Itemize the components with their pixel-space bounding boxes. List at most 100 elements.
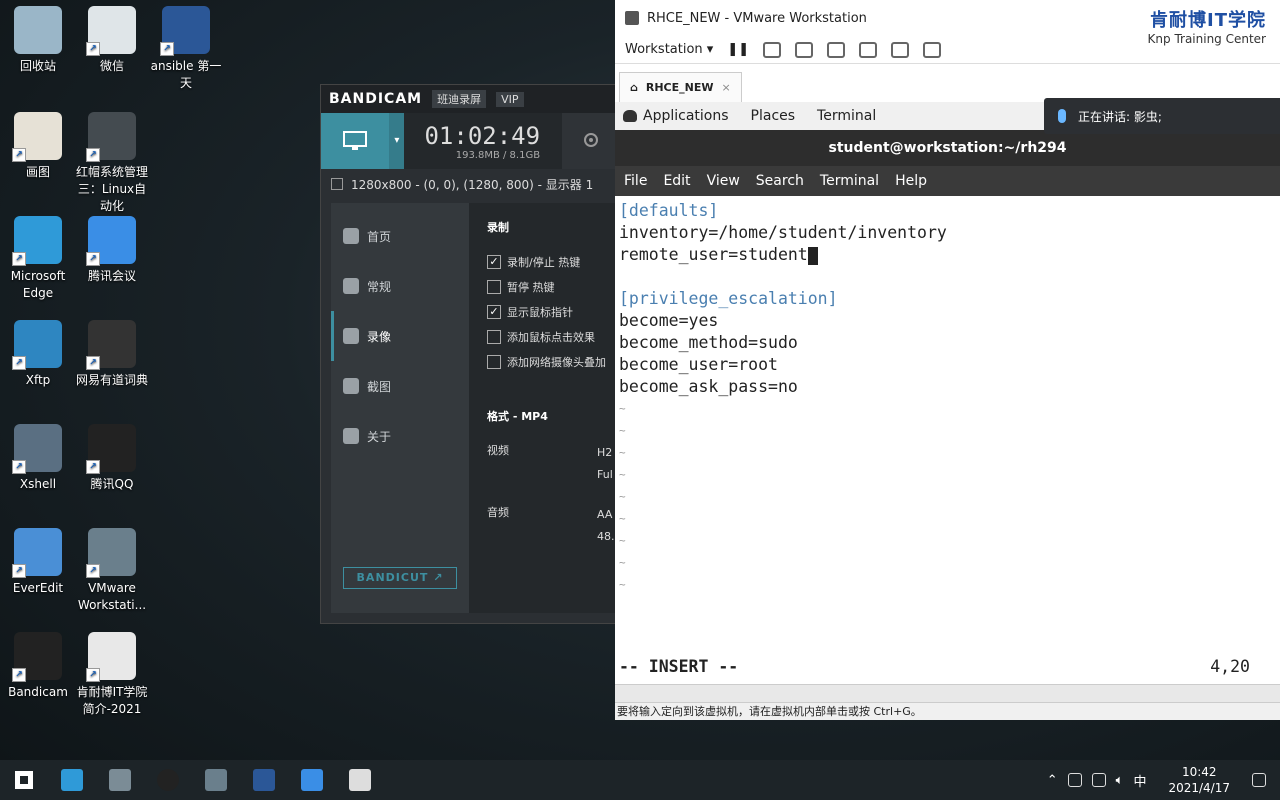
option-checkbox[interactable]: ✓: [487, 304, 501, 319]
desktop-icon[interactable]: ↗ 腾讯会议: [74, 216, 150, 285]
audio-rate: 48.: [597, 530, 615, 543]
option-checkbox[interactable]: ✓: [487, 254, 501, 269]
close-tab-icon[interactable]: ×: [722, 81, 731, 94]
fullscreen-icon[interactable]: [923, 41, 942, 58]
format-label: 格式 - MP4: [487, 410, 548, 423]
clock[interactable]: 10:42 2021/4/17: [1168, 764, 1230, 796]
vmware-window[interactable]: RHCE_NEW - VMware Workstation 肯耐博IT学院 Kn…: [615, 0, 1280, 720]
mode-dropdown[interactable]: ▾: [389, 113, 405, 169]
desktop-icon[interactable]: ↗ 腾讯QQ: [74, 424, 150, 493]
terminal-menu-item[interactable]: Edit: [663, 173, 690, 189]
bandicam-nav-item[interactable]: 关于: [331, 411, 469, 461]
thumbnail-icon[interactable]: [891, 41, 910, 58]
desktop-icon[interactable]: ↗ 网易有道词典: [74, 320, 150, 389]
desktop-icon-label: ansible 第一天: [150, 59, 222, 90]
desktop-icon[interactable]: ↗ Xftp: [0, 320, 76, 389]
record-option[interactable]: ✓ 显示鼠标指针: [487, 299, 619, 324]
terminal-menu[interactable]: Terminal: [817, 108, 876, 124]
tray-expand-icon[interactable]: ⌃: [1047, 773, 1058, 788]
option-checkbox[interactable]: [487, 279, 501, 294]
resolution-bar[interactable]: 1280x800 - (0, 0), (1280, 800) - 显示器 1: [321, 169, 619, 199]
terminal-menu-item[interactable]: Terminal: [820, 173, 879, 189]
revert-icon[interactable]: [795, 41, 814, 58]
nav-icon: [343, 228, 359, 244]
record-option[interactable]: 添加网络摄像头叠加: [487, 349, 619, 374]
word-taskbar-icon[interactable]: [240, 760, 288, 800]
record-option[interactable]: 暂停 热键: [487, 274, 619, 299]
record-option[interactable]: 添加鼠标点击效果: [487, 324, 619, 349]
desktop-icon-label: EverEdit: [12, 581, 64, 595]
qq-taskbar-icon[interactable]: [336, 760, 384, 800]
workstation-menu[interactable]: Workstation ▾: [625, 42, 713, 57]
vmware-logo-icon: [625, 11, 639, 25]
terminal-line: become_user=root: [619, 355, 778, 374]
terminal-content[interactable]: [defaults] inventory=/home/student/invent…: [615, 196, 1280, 684]
tab-rhce-new[interactable]: ⌂ RHCE_NEW ×: [619, 72, 742, 102]
desktop-icon[interactable]: ↗ 红帽系统管理三：Linux自动化: [74, 112, 150, 215]
webcam-button[interactable]: [562, 113, 619, 169]
manage-snapshot-icon[interactable]: [827, 41, 846, 58]
volume-icon[interactable]: 🔈︎: [1116, 773, 1124, 788]
nav-icon: [343, 328, 359, 344]
desktop-icon[interactable]: ↗ VMware Workstati...: [74, 528, 150, 614]
text-cursor: [807, 246, 818, 265]
bandicam-nav-item[interactable]: 截图: [331, 361, 469, 411]
monitor-icon: [343, 131, 368, 150]
option-label: 录制/停止 热键: [507, 255, 581, 269]
timer-text: 01:02:49: [424, 121, 541, 150]
desktop-icon-label: 腾讯会议: [87, 269, 136, 283]
vim-empty-line: ~: [619, 446, 626, 459]
tencent-meeting-taskbar-icon[interactable]: [288, 760, 336, 800]
taskbar-app-glyph: [301, 769, 323, 791]
terminal-menu-item[interactable]: View: [707, 173, 740, 189]
pause-icon[interactable]: ❚❚: [727, 42, 749, 57]
vim-empty-line: ~: [619, 556, 626, 569]
terminal-menu-item[interactable]: File: [624, 173, 647, 189]
desktop-icon[interactable]: ↗ 微信: [74, 6, 150, 75]
bandicam-taskbar-icon[interactable]: [144, 760, 192, 800]
desktop-icon[interactable]: ↗ 肯耐博IT学院简介-2021: [74, 632, 150, 718]
ime-indicator[interactable]: 中: [1133, 771, 1146, 790]
screen-mode-button[interactable]: [321, 113, 390, 169]
resolution-checkbox[interactable]: [331, 178, 343, 190]
taskbar-app-glyph: [205, 769, 227, 791]
places-menu[interactable]: Places: [751, 108, 796, 124]
library-icon[interactable]: [859, 41, 878, 58]
terminal-line: [defaults]: [619, 201, 719, 220]
snapshot-icon[interactable]: [763, 41, 782, 58]
applications-menu[interactable]: Applications: [623, 108, 729, 124]
vmware-taskbar-icon[interactable]: [192, 760, 240, 800]
notification-icon[interactable]: [1252, 773, 1266, 787]
desktop-icon[interactable]: ↗ Xshell: [0, 424, 76, 493]
bandicam-titlebar: BANDICAM 班迪录屏 VIP: [321, 85, 619, 113]
bandicam-nav-item[interactable]: 首页: [331, 211, 469, 261]
edge-taskbar-icon[interactable]: [48, 760, 96, 800]
start-icon[interactable]: [0, 760, 48, 800]
desktop-icon[interactable]: ↗ ansible 第一天: [148, 6, 224, 92]
brand-cn: 肯耐博IT学院: [1150, 10, 1266, 31]
desktop-icon[interactable]: ↗ EverEdit: [0, 528, 76, 597]
vim-empty-line: ~: [619, 512, 626, 525]
tray-app-icon[interactable]: [1067, 773, 1082, 787]
record-option[interactable]: ✓ 录制/停止 热键: [487, 249, 619, 274]
bandicam-window[interactable]: BANDICAM 班迪录屏 VIP ▾ 01:02:49 193.8MB / 8…: [320, 84, 620, 624]
bandicam-nav-item[interactable]: 录像: [331, 311, 469, 361]
bandicam-nav-item[interactable]: 常规: [331, 261, 469, 311]
desktop-icon[interactable]: 回收站: [0, 6, 76, 75]
desktop-icon[interactable]: ↗ 画图: [0, 112, 76, 181]
option-checkbox[interactable]: [487, 354, 501, 369]
terminal-line: become_ask_pass=no: [619, 377, 798, 396]
video-file-icon: ↗: [86, 112, 136, 162]
network-icon[interactable]: [1091, 773, 1106, 787]
taskbar: ⌃ 🔈︎ 中 10:42 2021/4/17: [0, 760, 1280, 800]
option-checkbox[interactable]: [487, 329, 501, 344]
desktop-icon[interactable]: ↗ Bandicam: [0, 632, 76, 701]
terminal-menu-item[interactable]: Help: [895, 173, 927, 189]
shortcut-arrow-icon: ↗: [12, 356, 26, 370]
desktop-icon[interactable]: ↗ Microsoft Edge: [0, 216, 76, 302]
file-size: 193.8MB / 8.1GB: [455, 149, 541, 161]
bandicut-button[interactable]: BANDICUT ↗: [343, 567, 457, 589]
terminal-menu-item[interactable]: Search: [756, 173, 804, 189]
nav-icon: [343, 278, 359, 294]
video-taskbar-icon[interactable]: [96, 760, 144, 800]
